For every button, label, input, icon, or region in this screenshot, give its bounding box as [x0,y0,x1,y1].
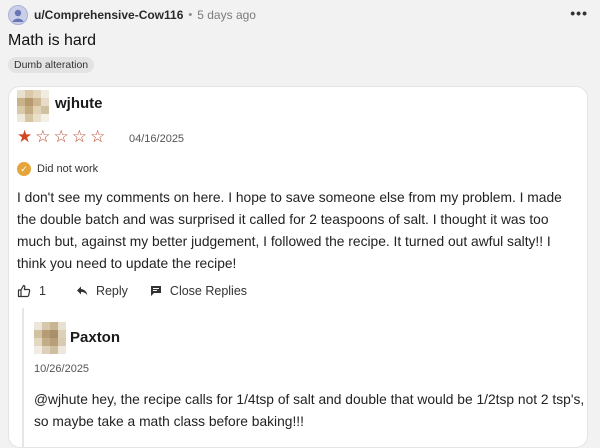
reply-date: 10/26/2025 [34,363,90,375]
like-button[interactable]: 1 [17,284,46,298]
star-empty-icon: ☆ [35,127,51,146]
reviewer-name[interactable]: wjhute [55,95,103,112]
post-username[interactable]: u/Comprehensive-Cow116 [34,8,183,22]
post-title: Math is hard [8,32,97,49]
close-replies-label: Close Replies [169,284,248,298]
user-avatar[interactable] [8,5,28,25]
more-options-button[interactable]: ••• [570,5,588,21]
post-header: u/Comprehensive-Cow116 • 5 days ago ••• [8,4,592,26]
star-empty-icon: ☆ [71,127,87,146]
reply-label: Reply [95,284,128,298]
review-date: 04/16/2025 [129,133,185,145]
star-filled-icon: ★ [17,127,33,146]
check-badge-icon: ✓ [17,162,31,176]
post-timestamp: 5 days ago [197,8,256,22]
close-replies-button[interactable]: Close Replies [150,284,247,298]
avatar-figure-icon [12,9,24,22]
replier-avatar [34,322,66,354]
star-empty-icon: ☆ [90,127,106,146]
post-flair[interactable]: Dumb alteration [8,57,95,73]
star-empty-icon: ☆ [53,127,69,146]
separator-dot: • [188,9,193,21]
outcome-badge-label: Did not work [37,163,99,175]
reply-button[interactable]: Reply [76,284,128,298]
like-count: 1 [39,284,46,298]
comment-bubble-icon [150,286,161,296]
reviewer-avatar [17,90,49,122]
review-actions: 1 Reply Close Replies [17,284,247,298]
outcome-badge: ✓ Did not work [17,162,98,176]
replier-name[interactable]: Paxton [70,329,120,346]
review-body: I don't see my comments on here. I hope … [17,190,562,271]
thumbs-up-icon [17,284,31,298]
reply-arrow-icon [76,286,88,296]
star-rating: ★ ☆ ☆ ☆ ☆ [17,128,105,145]
reply-body: @wjhute hey, the recipe calls for 1/4tsp… [34,392,585,429]
